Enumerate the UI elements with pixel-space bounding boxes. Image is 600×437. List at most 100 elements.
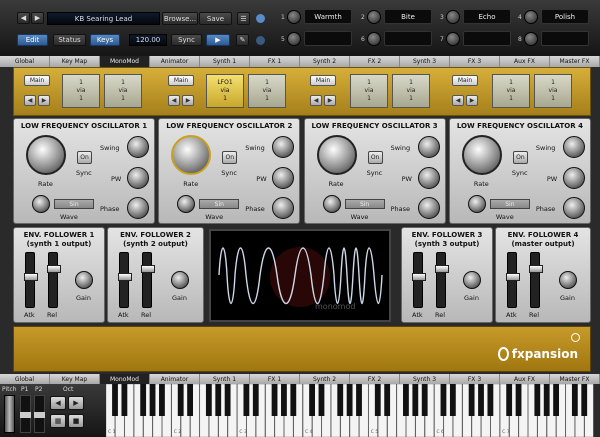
fx-label-6[interactable]	[384, 31, 432, 46]
slider-cap[interactable]	[435, 265, 449, 273]
gain-knob[interactable]	[171, 271, 189, 289]
black-key[interactable]	[478, 384, 484, 416]
info-icon[interactable]	[571, 333, 580, 342]
pitch-wheel[interactable]	[4, 395, 15, 433]
tab-synth-2[interactable]: Synth 2	[300, 56, 350, 67]
main-button-3[interactable]: Main	[310, 75, 336, 86]
phase-knob[interactable]	[127, 197, 149, 219]
fx-label-8[interactable]	[541, 31, 589, 46]
p1-slider[interactable]	[20, 395, 31, 433]
black-key[interactable]	[374, 384, 381, 416]
mod-slot-4[interactable]: 1 via 1	[248, 74, 286, 108]
slider-cap[interactable]	[506, 273, 520, 281]
swing-knob[interactable]	[127, 136, 149, 158]
black-key[interactable]	[506, 384, 513, 416]
fx-knob-5[interactable]	[287, 32, 301, 46]
slider-cap[interactable]	[529, 265, 543, 273]
tempo-display[interactable]: 120.00	[129, 34, 167, 46]
slider-cap[interactable]	[20, 412, 31, 418]
sync-toggle[interactable]: On	[512, 151, 528, 164]
mod-slot-6[interactable]: 1 via 1	[392, 74, 430, 108]
black-key[interactable]	[205, 384, 212, 416]
fx-knob-2[interactable]	[367, 10, 381, 24]
black-key[interactable]	[112, 384, 118, 416]
main-button-4[interactable]: Main	[452, 75, 478, 86]
black-key[interactable]	[534, 384, 541, 416]
fx-knob-4[interactable]	[524, 10, 538, 24]
fx-knob-1[interactable]	[287, 10, 301, 24]
black-key[interactable]	[177, 384, 184, 416]
black-key[interactable]	[224, 384, 231, 416]
prev-slot-button-4[interactable]: ◀	[452, 95, 464, 106]
p2-slider[interactable]	[34, 395, 45, 433]
fx-label-3[interactable]: Echo	[463, 9, 511, 24]
pw-knob[interactable]	[127, 167, 149, 189]
tab-global[interactable]: Global	[0, 56, 50, 67]
wave-knob[interactable]	[177, 195, 196, 213]
pw-knob[interactable]	[272, 167, 295, 189]
black-key[interactable]	[421, 384, 428, 416]
attack-slider[interactable]	[118, 252, 132, 308]
black-key[interactable]	[356, 384, 362, 416]
tab-master-fx[interactable]: Master FX	[550, 56, 600, 67]
next-slot-button-4[interactable]: ▶	[466, 95, 478, 106]
mod-slot-5[interactable]: 1 via 1	[350, 74, 388, 108]
wave-display[interactable]: Sin	[199, 199, 240, 209]
tab-fx-2[interactable]: FX 2	[350, 56, 400, 67]
attack-slider[interactable]	[506, 252, 520, 308]
tab-synth-3[interactable]: Synth 3	[400, 374, 450, 384]
black-key[interactable]	[346, 384, 353, 416]
black-key[interactable]	[449, 384, 456, 416]
black-key[interactable]	[403, 384, 409, 416]
fx-knob-6[interactable]	[367, 32, 381, 46]
tab-aux-fx[interactable]: Aux FX	[500, 56, 550, 67]
next-slot-button-1[interactable]: ▶	[38, 95, 50, 106]
prev-slot-button-3[interactable]: ◀	[310, 95, 322, 106]
rate-knob[interactable]	[171, 135, 212, 175]
wave-knob[interactable]	[32, 195, 50, 213]
mod-slot-2[interactable]: 1 via 1	[104, 74, 142, 108]
prev-preset-button[interactable]: ◀	[17, 12, 30, 24]
browse-button[interactable]: Browse...	[162, 12, 198, 25]
main-button-1[interactable]: Main	[24, 75, 50, 86]
black-key[interactable]	[140, 384, 147, 416]
tab-monomod[interactable]: MonoMod	[100, 374, 150, 384]
release-slider[interactable]	[435, 252, 449, 308]
gain-knob[interactable]	[75, 271, 93, 289]
wave-display[interactable]: Sin	[344, 199, 385, 209]
swing-knob[interactable]	[272, 136, 295, 158]
tab-fx-3[interactable]: FX 3	[450, 56, 500, 67]
wave-knob[interactable]	[322, 195, 341, 213]
tab-synth-3[interactable]: Synth 3	[400, 56, 450, 67]
wave-knob[interactable]	[467, 195, 486, 213]
black-key[interactable]	[487, 384, 494, 416]
mod-slot-1[interactable]: 1 via 1	[62, 74, 100, 108]
fx-label-2[interactable]: Bite	[384, 9, 432, 24]
attack-slider[interactable]	[24, 252, 38, 308]
keyboard-mode-button[interactable]: ▦	[50, 414, 66, 428]
tab-monomod[interactable]: MonoMod	[100, 56, 150, 67]
next-slot-button-2[interactable]: ▶	[182, 95, 194, 106]
tab-fx-2[interactable]: FX 2	[350, 374, 400, 384]
fx-knob-3[interactable]	[446, 10, 460, 24]
tab-fx-3[interactable]: FX 3	[450, 374, 500, 384]
slider-cap[interactable]	[412, 273, 426, 281]
black-key[interactable]	[187, 384, 193, 416]
swing-knob[interactable]	[417, 136, 440, 158]
mod-slot-7[interactable]: 1 via 1	[492, 74, 530, 108]
preset-name-display[interactable]: KB Searing Lead	[47, 12, 160, 25]
fx-label-7[interactable]	[463, 31, 511, 46]
black-key[interactable]	[243, 384, 250, 416]
black-key[interactable]	[384, 384, 391, 416]
play-button[interactable]: ▶	[206, 34, 230, 46]
rate-knob[interactable]	[26, 135, 66, 175]
black-key[interactable]	[515, 384, 522, 416]
black-key[interactable]	[121, 384, 128, 416]
slider-cap[interactable]	[34, 412, 45, 418]
rate-knob[interactable]	[316, 135, 357, 175]
black-key[interactable]	[271, 384, 278, 416]
black-key[interactable]	[309, 384, 315, 416]
phase-knob[interactable]	[272, 197, 295, 219]
tab-fx-1[interactable]: FX 1	[250, 374, 300, 384]
slider-cap[interactable]	[141, 265, 155, 273]
